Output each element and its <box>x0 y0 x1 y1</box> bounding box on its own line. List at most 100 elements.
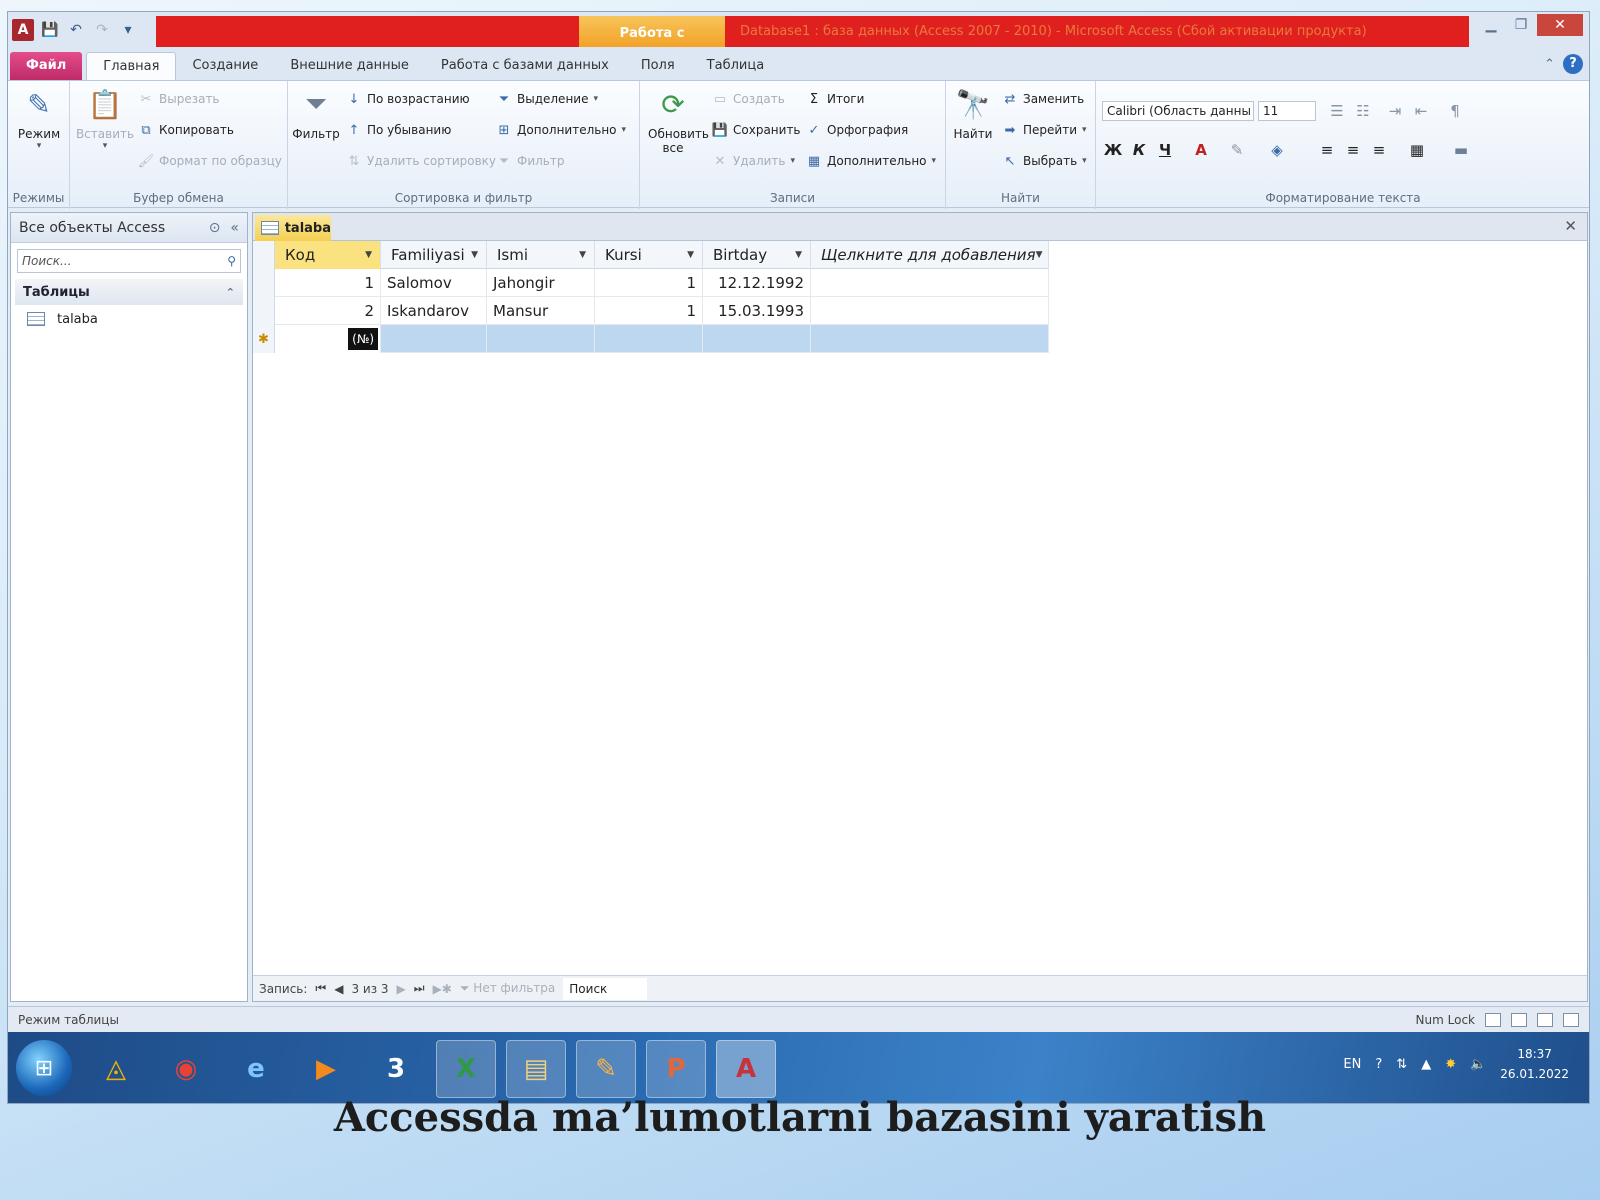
dropdown-arrow-icon[interactable]: ▼ <box>1036 250 1043 260</box>
clear-sort-button[interactable]: ⇅ Удалить сортировку <box>346 153 497 169</box>
column-header-familiyasi[interactable]: Familiyasi ▼ <box>381 241 487 269</box>
customize-qat-icon[interactable]: ▾ <box>118 20 138 40</box>
filter-button[interactable]: ⏷ Фильтр <box>292 87 339 141</box>
selection-button[interactable]: ⏷ Выделение ▾ <box>496 91 598 107</box>
column-header-add[interactable]: Щелкните для добавления ▼ <box>811 241 1049 269</box>
nav-header[interactable]: Все объекты Access ⊙ « <box>11 213 247 243</box>
bold-button[interactable]: Ж <box>1102 139 1124 161</box>
notification-icon[interactable]: ✸ <box>1445 1057 1456 1072</box>
new-record-button[interactable]: ▭ Создать <box>712 91 785 107</box>
volume-icon[interactable]: 🔈 <box>1470 1057 1486 1072</box>
italic-button[interactable]: К <box>1128 139 1150 161</box>
column-header-birtday[interactable]: Birtday ▼ <box>703 241 811 269</box>
select-button[interactable]: ↖ Выбрать ▾ <box>1002 153 1087 169</box>
record-search-box[interactable]: Поиск <box>563 977 648 1000</box>
record-position-field[interactable]: 3 из 3 <box>351 982 388 996</box>
font-color-icon[interactable]: A <box>1190 139 1212 161</box>
select-all-cell[interactable] <box>253 241 275 269</box>
access-logo-icon[interactable]: A <box>12 19 34 41</box>
cell-ismi-new[interactable] <box>487 325 595 353</box>
totals-button[interactable]: Σ Итоги <box>806 91 865 107</box>
numbering-icon[interactable]: ☷ <box>1352 100 1374 122</box>
indent-increase-icon[interactable]: ⇥ <box>1384 100 1406 122</box>
goto-button[interactable]: ➡ Перейти ▾ <box>1002 122 1087 138</box>
restore-button[interactable]: ❐ <box>1507 14 1535 36</box>
save-icon[interactable]: 💾 <box>40 20 60 40</box>
datasheet-view-icon[interactable] <box>1485 1012 1501 1027</box>
cell-birtday[interactable]: 12.12.1992 <box>703 269 811 297</box>
nav-search-box[interactable]: Поиск... ⚲ <box>17 249 241 273</box>
rtl-icon[interactable]: ¶ <box>1444 100 1466 122</box>
underline-button[interactable]: Ч <box>1154 139 1176 161</box>
prev-record-icon[interactable]: ◀ <box>334 982 343 996</box>
replace-button[interactable]: ⇄ Заменить <box>1002 91 1085 107</box>
minimize-button[interactable]: ▁ <box>1477 14 1505 36</box>
spelling-button[interactable]: ✓ Орфография <box>806 122 909 138</box>
first-record-icon[interactable]: ⏮ <box>315 981 326 996</box>
indent-decrease-icon[interactable]: ⇤ <box>1410 100 1432 122</box>
tab-database-tools[interactable]: Работа с базами данных <box>425 52 625 80</box>
internet-explorer-icon[interactable]: e <box>226 1040 286 1098</box>
clock[interactable]: 18:37 26.01.2022 <box>1500 1044 1569 1084</box>
cell-ismi[interactable]: Jahongir <box>487 269 595 297</box>
nav-item-talaba[interactable]: talaba <box>11 305 247 333</box>
app-3-icon[interactable]: 3 <box>366 1040 426 1098</box>
collapse-section-icon[interactable]: ⌃ <box>226 286 235 299</box>
undo-icon[interactable]: ↶ <box>66 20 86 40</box>
paste-button[interactable]: 📋 Вставить ▾ <box>76 87 134 152</box>
tab-home[interactable]: Главная <box>86 52 177 80</box>
gridlines-icon[interactable]: ▦ <box>1406 139 1428 161</box>
excel-icon[interactable]: X <box>436 1040 496 1098</box>
delete-record-button[interactable]: ✕ Удалить ▾ <box>712 153 795 169</box>
redo-icon[interactable]: ↷ <box>92 20 112 40</box>
dropdown-arrow-icon[interactable]: ▼ <box>579 250 586 260</box>
format-painter-button[interactable]: 🖌 Формат по образцу <box>138 153 282 169</box>
show-hidden-icon[interactable]: ▲ <box>1421 1057 1431 1072</box>
advanced-filter-button[interactable]: ⊞ Дополнительно ▾ <box>496 122 627 138</box>
tab-fields[interactable]: Поля <box>625 52 691 80</box>
cell-kod-new[interactable]: (№) <box>275 325 381 353</box>
highlight-icon[interactable]: ✎ <box>1226 139 1248 161</box>
help-icon[interactable]: ? <box>1563 54 1583 74</box>
new-record-nav-icon[interactable]: ▶✱ <box>433 982 452 996</box>
cell-add[interactable] <box>811 297 1049 325</box>
row-selector[interactable] <box>253 297 275 325</box>
paint-icon[interactable]: ✎ <box>576 1040 636 1098</box>
sort-asc-button[interactable]: ↓ По возрастанию <box>346 91 470 107</box>
copy-button[interactable]: ⧉ Копировать <box>138 122 234 138</box>
cell-add-new[interactable] <box>811 325 1049 353</box>
help-tray-icon[interactable]: ? <box>1375 1057 1382 1072</box>
cell-familiyasi[interactable]: Iskandarov <box>381 297 487 325</box>
pivot-table-icon[interactable] <box>1511 1012 1527 1027</box>
more-records-button[interactable]: ▦ Дополнительно ▾ <box>806 153 936 169</box>
dropdown-arrow-icon[interactable]: ▼ <box>687 250 694 260</box>
tab-file[interactable]: Файл <box>10 52 83 80</box>
cell-birtday[interactable]: 15.03.1993 <box>703 297 811 325</box>
alt-row-color-icon[interactable]: ▬ <box>1450 139 1472 161</box>
minimize-ribbon-icon[interactable]: ⌃ <box>1544 57 1555 72</box>
find-button[interactable]: 🔭 Найти <box>950 87 996 142</box>
font-size-combo[interactable]: 11 <box>1258 101 1316 121</box>
view-button[interactable]: ✎ Режим ▾ <box>14 87 64 152</box>
cell-birtday-new[interactable] <box>703 325 811 353</box>
refresh-all-button[interactable]: ⟳ Обновить все <box>642 87 709 156</box>
cell-kod[interactable]: 2 <box>275 297 381 325</box>
tab-external-data[interactable]: Внешние данные <box>274 52 425 80</box>
fill-color-icon[interactable]: ◈ <box>1266 139 1288 161</box>
pivot-chart-icon[interactable] <box>1537 1012 1553 1027</box>
align-right-icon[interactable]: ≡ <box>1368 139 1390 161</box>
tab-create[interactable]: Создание <box>176 52 274 80</box>
font-combo[interactable]: Calibri (Область данны <box>1102 101 1254 121</box>
nav-menu-icon[interactable]: ⊙ <box>209 220 221 236</box>
network-icon[interactable]: ⇅ <box>1396 1057 1407 1072</box>
dropdown-arrow-icon[interactable]: ▼ <box>471 250 478 260</box>
file-explorer-icon[interactable]: ▤ <box>506 1040 566 1098</box>
tab-table[interactable]: Таблица <box>691 52 781 80</box>
powerpoint-icon[interactable]: P <box>646 1040 706 1098</box>
design-view-icon[interactable] <box>1563 1012 1579 1027</box>
row-selector[interactable] <box>253 269 275 297</box>
bullets-icon[interactable]: ☰ <box>1326 100 1348 122</box>
close-button[interactable]: ✕ <box>1537 14 1583 36</box>
cell-kursi-new[interactable] <box>595 325 703 353</box>
last-record-icon[interactable]: ⏭ <box>414 981 425 996</box>
